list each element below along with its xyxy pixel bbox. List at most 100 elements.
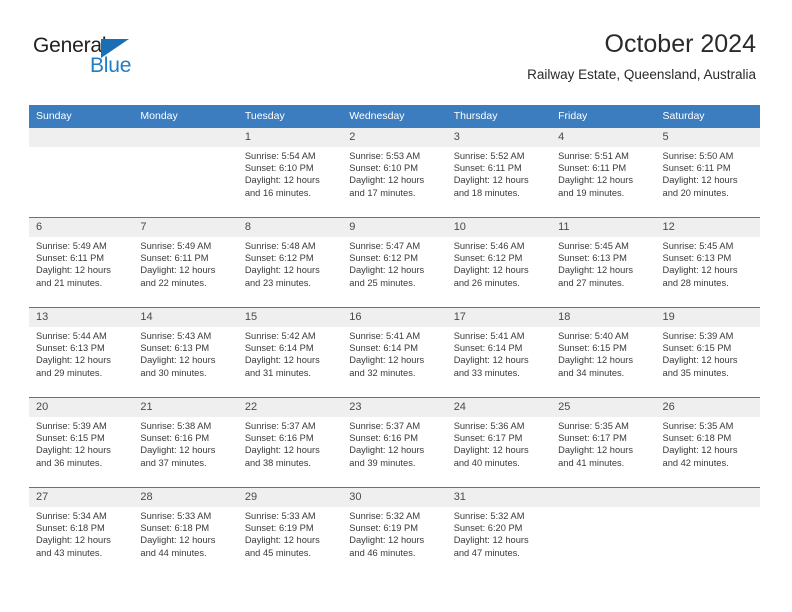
day-detail-line: Daylight: 12 hours [140,445,216,456]
day-detail-line: Sunrise: 5:46 AM [453,241,525,251]
day-detail-line: and 16 minutes. [244,187,311,198]
day-detail-line: Sunset: 6:19 PM [349,523,418,534]
calendar-day-cell[interactable]: 18 Sunrise: 5:40 AM Sunset: 6:15 PM Dayligh… [551,307,656,398]
day-detail-line: Sunrise: 5:33 AM [140,511,212,521]
calendar-page: General Blue October 2024 Railway Estate… [0,0,792,612]
day-detail-line: Daylight: 12 hours [453,175,529,186]
day-details: Sunrise: 5:54 AM Sunset: 6:10 PM Daylight:… [238,147,342,199]
day-detail-line: and 40 minutes. [453,457,520,468]
day-details: Sunrise: 5:47 AM Sunset: 6:12 PM Daylight:… [342,237,446,289]
day-detail-line: Sunset: 6:14 PM [349,343,418,354]
calendar-day-cell[interactable]: 22 Sunrise: 5:37 AM Sunset: 6:16 PM Dayligh… [237,397,343,488]
day-details: Sunrise: 5:45 AM Sunset: 6:13 PM Daylight:… [551,237,655,289]
calendar-day-cell[interactable]: 9 Sunrise: 5:47 AM Sunset: 6:12 PM Daylight… [342,217,447,308]
page-header: General Blue October 2024 Railway Estate… [0,0,792,100]
calendar-day-cell[interactable]: 3 Sunrise: 5:52 AM Sunset: 6:11 PM Daylight… [446,127,552,218]
day-detail-line: Sunset: 6:12 PM [244,253,314,264]
calendar-day-cell[interactable]: 24 Sunrise: 5:36 AM Sunset: 6:17 PM Dayligh… [446,397,552,488]
calendar-day-cell[interactable]: 7 Sunrise: 5:49 AM Sunset: 6:11 PM Daylight… [133,217,238,308]
weekday-header-cell: Sunday [29,105,134,128]
day-number: 22 [237,398,343,417]
weekday-header-cell: Thursday [446,105,552,128]
calendar-day-cell[interactable]: 30 Sunrise: 5:32 AM Sunset: 6:19 PM Dayligh… [342,487,447,577]
calendar-day-cell[interactable]: 6 Sunrise: 5:49 AM Sunset: 6:11 PM Daylight… [29,217,134,308]
calendar-day-cell[interactable]: 31 Sunrise: 5:32 AM Sunset: 6:20 PM Dayligh… [446,487,552,577]
day-detail-line: Daylight: 12 hours [349,445,425,456]
day-detail-line: and 28 minutes. [662,277,729,288]
calendar-day-cell[interactable]: 20 Sunrise: 5:39 AM Sunset: 6:15 PM Dayligh… [29,397,134,488]
day-number: 14 [133,308,238,327]
calendar-body: 1 Sunrise: 5:54 AM Sunset: 6:10 PM Daylight… [29,127,760,577]
day-detail-line: Daylight: 12 hours [662,445,738,456]
calendar-day-cell[interactable]: 14 Sunrise: 5:43 AM Sunset: 6:13 PM Dayligh… [133,307,238,398]
calendar-day-cell[interactable]: 8 Sunrise: 5:48 AM Sunset: 6:12 PM Daylight… [237,217,343,308]
day-detail-line: Daylight: 12 hours [453,265,529,276]
day-detail-line: Sunset: 6:11 PM [453,163,522,174]
day-detail-line: Sunset: 6:16 PM [244,433,314,444]
calendar-day-cell[interactable]: 23 Sunrise: 5:37 AM Sunset: 6:16 PM Dayligh… [342,397,447,488]
day-details: Sunrise: 5:32 AM Sunset: 6:20 PM Daylight:… [447,507,551,559]
weekday-header-cell: Tuesday [237,105,343,128]
calendar-day-cell[interactable]: 17 Sunrise: 5:41 AM Sunset: 6:14 PM Dayligh… [446,307,552,398]
day-detail-line: Sunset: 6:12 PM [349,253,418,264]
day-detail-line: Daylight: 12 hours [36,265,111,276]
calendar-day-cell[interactable]: 11 Sunrise: 5:45 AM Sunset: 6:13 PM Dayligh… [551,217,656,308]
calendar-week-row: 27 Sunrise: 5:34 AM Sunset: 6:18 PM Dayligh… [29,487,760,577]
day-number: 26 [655,398,760,417]
day-detail-line: Sunset: 6:19 PM [244,523,314,534]
day-detail-line: Sunrise: 5:39 AM [662,331,734,341]
calendar-day-cell[interactable]: 2 Sunrise: 5:53 AM Sunset: 6:10 PM Daylight… [342,127,447,218]
day-details: Sunrise: 5:32 AM Sunset: 6:19 PM Daylight:… [342,507,446,559]
day-detail-line: Sunrise: 5:41 AM [349,331,421,341]
day-detail-line: Sunrise: 5:38 AM [140,421,212,431]
day-detail-line: Sunrise: 5:54 AM [244,151,316,161]
calendar-header-row: Sunday Monday Tuesday Wednesday Thursday Frid… [29,105,760,128]
calendar-day-cell[interactable]: 28 Sunrise: 5:33 AM Sunset: 6:18 PM Dayligh… [133,487,238,577]
calendar-day-cell[interactable]: 29 Sunrise: 5:33 AM Sunset: 6:19 PM Dayligh… [237,487,343,577]
day-detail-line: Sunrise: 5:41 AM [453,331,525,341]
day-detail-line: and 41 minutes. [558,457,625,468]
calendar-week-row: 6 Sunrise: 5:49 AM Sunset: 6:11 PM Daylight… [29,217,760,308]
calendar-day-cell[interactable]: 10 Sunrise: 5:46 AM Sunset: 6:12 PM Dayligh… [446,217,552,308]
calendar-day-cell[interactable]: 15 Sunrise: 5:42 AM Sunset: 6:14 PM Dayligh… [237,307,343,398]
calendar-day-cell[interactable]: 4 Sunrise: 5:51 AM Sunset: 6:11 PM Daylight… [551,127,656,218]
calendar-day-cell[interactable]: 26 Sunrise: 5:35 AM Sunset: 6:18 PM Dayligh… [655,397,760,488]
calendar-day-cell[interactable]: 21 Sunrise: 5:38 AM Sunset: 6:16 PM Dayligh… [133,397,238,488]
calendar-day-cell[interactable]: 16 Sunrise: 5:41 AM Sunset: 6:14 PM Dayligh… [342,307,447,398]
weekday-header-cell: Saturday [655,105,760,128]
day-detail-line: Sunset: 6:18 PM [662,433,732,444]
day-details [29,147,133,150]
day-number: 4 [551,128,656,147]
calendar-day-cell[interactable]: 12 Sunrise: 5:45 AM Sunset: 6:13 PM Dayligh… [655,217,760,308]
day-detail-line: and 45 minutes. [244,547,311,558]
day-number: 10 [446,218,552,237]
calendar-day-cell[interactable]: 13 Sunrise: 5:44 AM Sunset: 6:13 PM Dayligh… [29,307,134,398]
day-detail-line: and 36 minutes. [36,457,103,468]
calendar-day-cell[interactable]: 1 Sunrise: 5:54 AM Sunset: 6:10 PM Daylight… [237,127,343,218]
day-number: 24 [446,398,552,417]
day-number: 1 [237,128,343,147]
day-detail-line: and 20 minutes. [662,187,729,198]
day-detail-line: Sunrise: 5:36 AM [453,421,525,431]
day-detail-line: Daylight: 12 hours [558,265,634,276]
day-detail-line: and 30 minutes. [140,367,207,378]
calendar-day-cell[interactable]: 27 Sunrise: 5:34 AM Sunset: 6:18 PM Dayligh… [29,487,134,577]
calendar-week-row: 20 Sunrise: 5:39 AM Sunset: 6:15 PM Dayligh… [29,397,760,488]
day-detail-line: Sunset: 6:12 PM [453,253,523,264]
day-detail-line: Daylight: 12 hours [36,445,111,456]
day-details [551,507,655,510]
day-detail-line: Sunset: 6:10 PM [349,163,418,174]
day-detail-line: and 31 minutes. [244,367,311,378]
calendar-day-cell[interactable]: 19 Sunrise: 5:39 AM Sunset: 6:15 PM Dayligh… [655,307,760,398]
day-detail-line: Sunset: 6:11 PM [36,253,105,264]
calendar-day-cell[interactable]: 5 Sunrise: 5:50 AM Sunset: 6:11 PM Daylight… [655,127,760,218]
day-detail-line: Sunrise: 5:35 AM [558,421,629,431]
day-detail-line: Daylight: 12 hours [349,265,425,276]
day-detail-line: Daylight: 12 hours [662,355,738,366]
day-detail-line: Sunrise: 5:37 AM [244,421,316,431]
logo-word-blue: Blue [90,54,132,77]
day-details: Sunrise: 5:41 AM Sunset: 6:14 PM Daylight:… [342,327,446,379]
day-detail-line: Daylight: 12 hours [558,445,634,456]
calendar-day-cell[interactable]: 25 Sunrise: 5:35 AM Sunset: 6:17 PM Dayligh… [551,397,656,488]
day-detail-line: Daylight: 12 hours [244,175,320,186]
